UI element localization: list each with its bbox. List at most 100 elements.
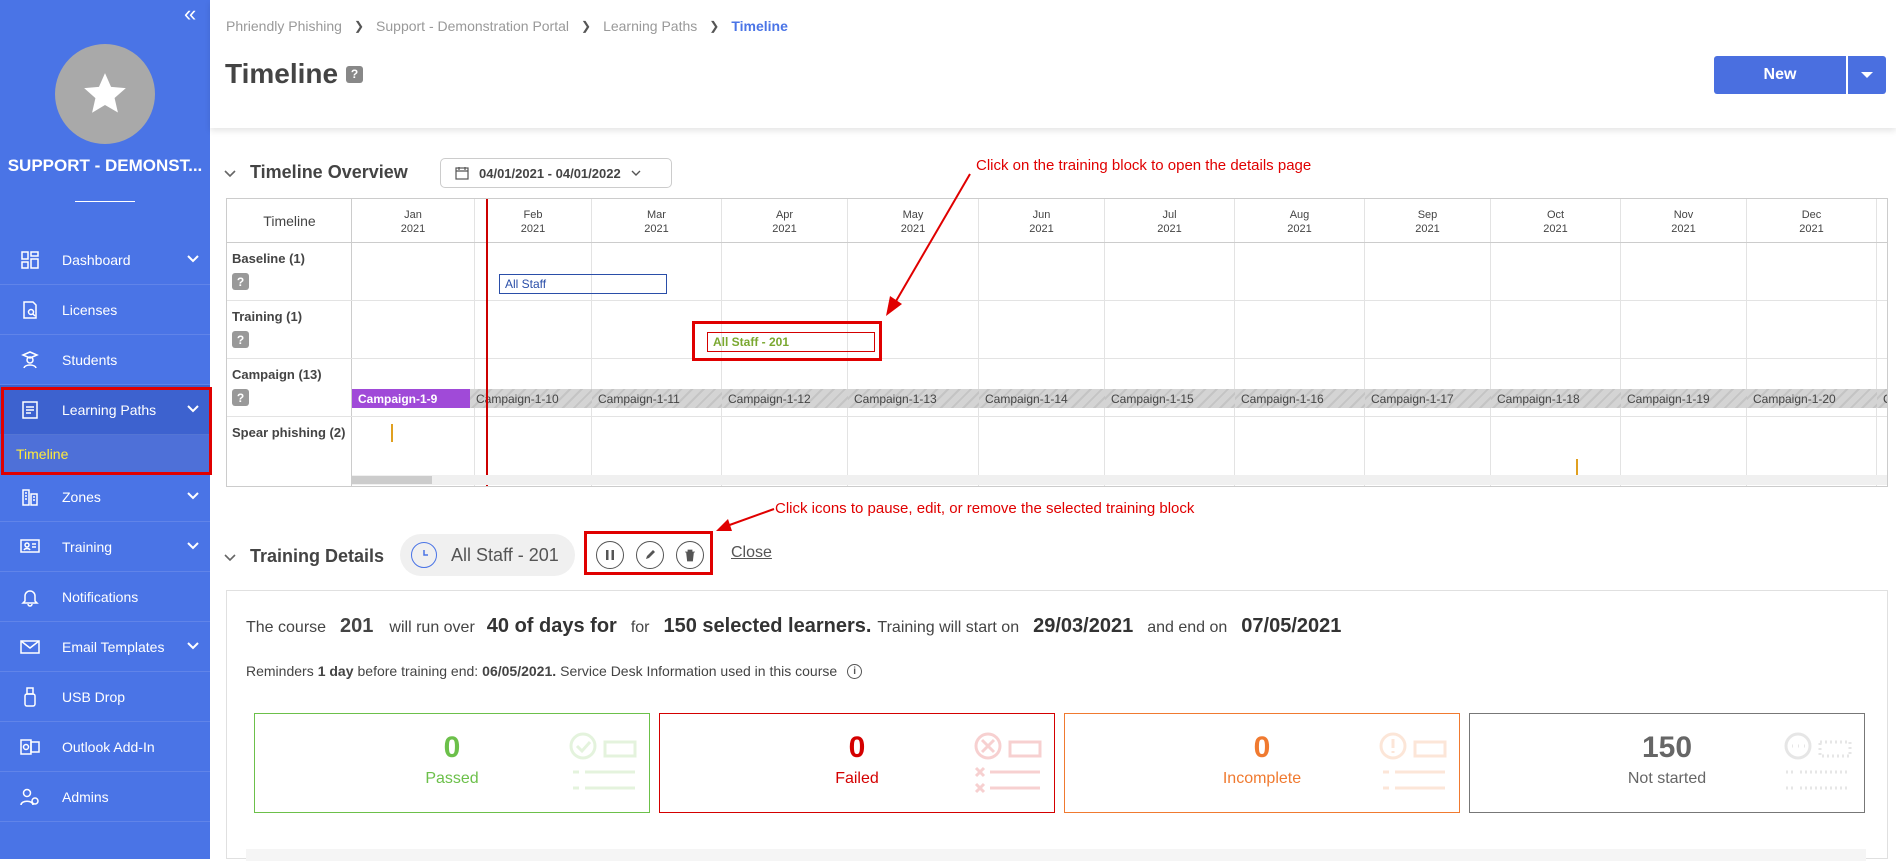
checklist-warning-icon <box>1379 732 1447 790</box>
campaign-block[interactable]: Campaign-1-15 <box>1105 389 1235 408</box>
help-icon[interactable]: ? <box>232 331 249 348</box>
row-label-training: Training (1) <box>232 309 303 324</box>
close-link[interactable]: Close <box>731 544 772 562</box>
sidebar: « SUPPORT - DEMONST... Dashboard License… <box>0 0 210 859</box>
campaign-block[interactable]: Campaign-1-20 <box>1747 389 1877 408</box>
chevron-down-icon <box>187 405 199 413</box>
calendar-icon <box>455 167 469 180</box>
campaign-block[interactable]: Campaign-1-14 <box>979 389 1105 408</box>
pause-button[interactable] <box>596 541 624 569</box>
reminder-text: Service Desk Information used in this co… <box>560 663 838 679</box>
clock-icon <box>411 542 437 568</box>
campaign-block[interactable]: Campaign-1-16 <box>1235 389 1365 408</box>
breadcrumb-item[interactable]: Phriendly Phishing <box>226 18 342 34</box>
chevron-down-icon <box>187 255 199 263</box>
new-dropdown-button[interactable] <box>1848 56 1886 94</box>
training-details-panel: The course 201 will run over 40 of days … <box>226 590 1888 861</box>
sidebar-menu: Dashboard Licenses Students Learning Pat… <box>0 235 210 822</box>
admins-icon <box>18 785 42 809</box>
sidebar-item-training[interactable]: Training <box>0 522 210 572</box>
breadcrumb-item[interactable]: Support - Demonstration Portal <box>376 18 569 34</box>
row-label-campaign: Campaign (13) <box>232 367 322 382</box>
campaign-block[interactable]: Campaign-1-12 <box>722 389 848 408</box>
breadcrumb: Phriendly Phishing ❯ Support - Demonstra… <box>226 18 788 34</box>
sidebar-item-label: Outlook Add-In <box>62 738 155 755</box>
stat-passed: 0 Passed <box>254 713 650 813</box>
sidebar-item-label: Learning Paths <box>62 401 157 418</box>
edit-button[interactable] <box>636 541 664 569</box>
pause-icon <box>606 550 614 560</box>
row-label-spear-phishing: Spear phishing (2) <box>232 425 346 440</box>
org-avatar <box>55 44 155 144</box>
sidebar-item-admins[interactable]: Admins <box>0 772 210 822</box>
breadcrumb-separator-icon: ❯ <box>581 19 592 33</box>
section-title: Training Details <box>250 546 385 566</box>
duration-value: 40 of days for <box>486 615 617 637</box>
sidebar-item-dashboard[interactable]: Dashboard <box>0 235 210 285</box>
campaign-block[interactable]: C <box>1877 389 1887 408</box>
delete-button[interactable] <box>676 541 704 569</box>
sidebar-item-licenses[interactable]: Licenses <box>0 285 210 335</box>
annotation-text: Click on the training block to open the … <box>976 157 1312 174</box>
chevron-down-icon <box>631 170 641 176</box>
spear-phishing-marker[interactable] <box>391 424 393 442</box>
checklist-icon <box>569 732 637 790</box>
sidebar-item-label: Admins <box>62 788 109 805</box>
summary-text: The course <box>246 619 327 636</box>
today-line <box>486 199 488 486</box>
checklist-fail-icon <box>974 732 1042 794</box>
sidebar-item-learning-paths[interactable]: Learning Paths <box>0 385 210 435</box>
row-baseline <box>227 243 1887 301</box>
campaign-block[interactable]: Campaign-1-10 <box>470 389 592 408</box>
info-icon[interactable]: i <box>847 663 863 679</box>
summary-text: for <box>630 619 650 636</box>
scrollbar-thumb[interactable] <box>352 476 432 484</box>
sidebar-item-zones[interactable]: Zones <box>0 472 210 522</box>
breadcrumb-item[interactable]: Learning Paths <box>603 18 697 34</box>
help-icon[interactable]: ? <box>232 273 249 290</box>
sidebar-subitem-timeline[interactable]: Timeline <box>0 435 210 472</box>
stat-not-started: 150 Not started <box>1469 713 1865 813</box>
sidebar-item-email-templates[interactable]: Email Templates <box>0 622 210 672</box>
training-details-header[interactable]: Training Details <box>224 546 384 567</box>
sidebar-item-students[interactable]: Students <box>0 335 210 385</box>
sidebar-item-outlook-add-in[interactable]: Outlook Add-In <box>0 722 210 772</box>
campaign-block[interactable]: Campaign-1-13 <box>848 389 979 408</box>
page-title-wrap: Timeline ? <box>225 58 364 90</box>
end-date: 07/05/2021 <box>1241 615 1342 637</box>
selected-training-pill: All Staff - 201 <box>400 534 575 576</box>
reminder-info: Reminders 1 day before training end: 06/… <box>246 663 863 679</box>
date-range-picker[interactable]: 04/01/2021 - 04/01/2022 <box>440 158 672 188</box>
annotation-text: Click icons to pause, edit, or remove th… <box>775 500 1195 517</box>
bell-icon <box>18 585 42 609</box>
help-icon[interactable]: ? <box>346 65 364 83</box>
org-divider <box>75 201 135 202</box>
horizontal-scrollbar[interactable] <box>352 475 1887 485</box>
campaign-block[interactable]: Campaign-1-17 <box>1365 389 1491 408</box>
caret-down-icon <box>1861 72 1873 78</box>
section-title: Timeline Overview <box>250 162 408 182</box>
baseline-block[interactable]: All Staff <box>499 274 667 294</box>
sidebar-item-usb-drop[interactable]: USB Drop <box>0 672 210 722</box>
training-block[interactable]: All Staff - 201 <box>707 332 875 352</box>
campaign-block[interactable]: Campaign-1-18 <box>1491 389 1621 408</box>
campaign-block[interactable]: Campaign-1-19 <box>1621 389 1747 408</box>
campaign-block[interactable]: Campaign-1-9 <box>352 389 470 408</box>
sidebar-item-label: Dashboard <box>62 251 131 268</box>
sidebar-item-label: USB Drop <box>62 688 126 705</box>
row-training <box>227 301 1887 359</box>
campaign-block[interactable]: Campaign-1-11 <box>592 389 722 408</box>
breadcrumb-current: Timeline <box>731 18 788 34</box>
timeline-overview-header[interactable]: Timeline Overview <box>224 162 408 183</box>
summary-text: will run over <box>389 619 475 636</box>
help-icon[interactable]: ? <box>232 389 249 406</box>
new-button[interactable]: New <box>1714 56 1846 94</box>
breadcrumb-separator-icon: ❯ <box>709 19 720 33</box>
reminder-date: 06/05/2021. <box>482 663 557 679</box>
zones-icon <box>18 485 42 509</box>
sidebar-item-notifications[interactable]: Notifications <box>0 572 210 622</box>
org-name: SUPPORT - DEMONST... <box>7 156 203 175</box>
chevron-down-icon <box>187 492 199 500</box>
course-summary: The course 201 will run over 40 of days … <box>246 615 1347 638</box>
collapse-sidebar-icon[interactable]: « <box>184 2 196 26</box>
